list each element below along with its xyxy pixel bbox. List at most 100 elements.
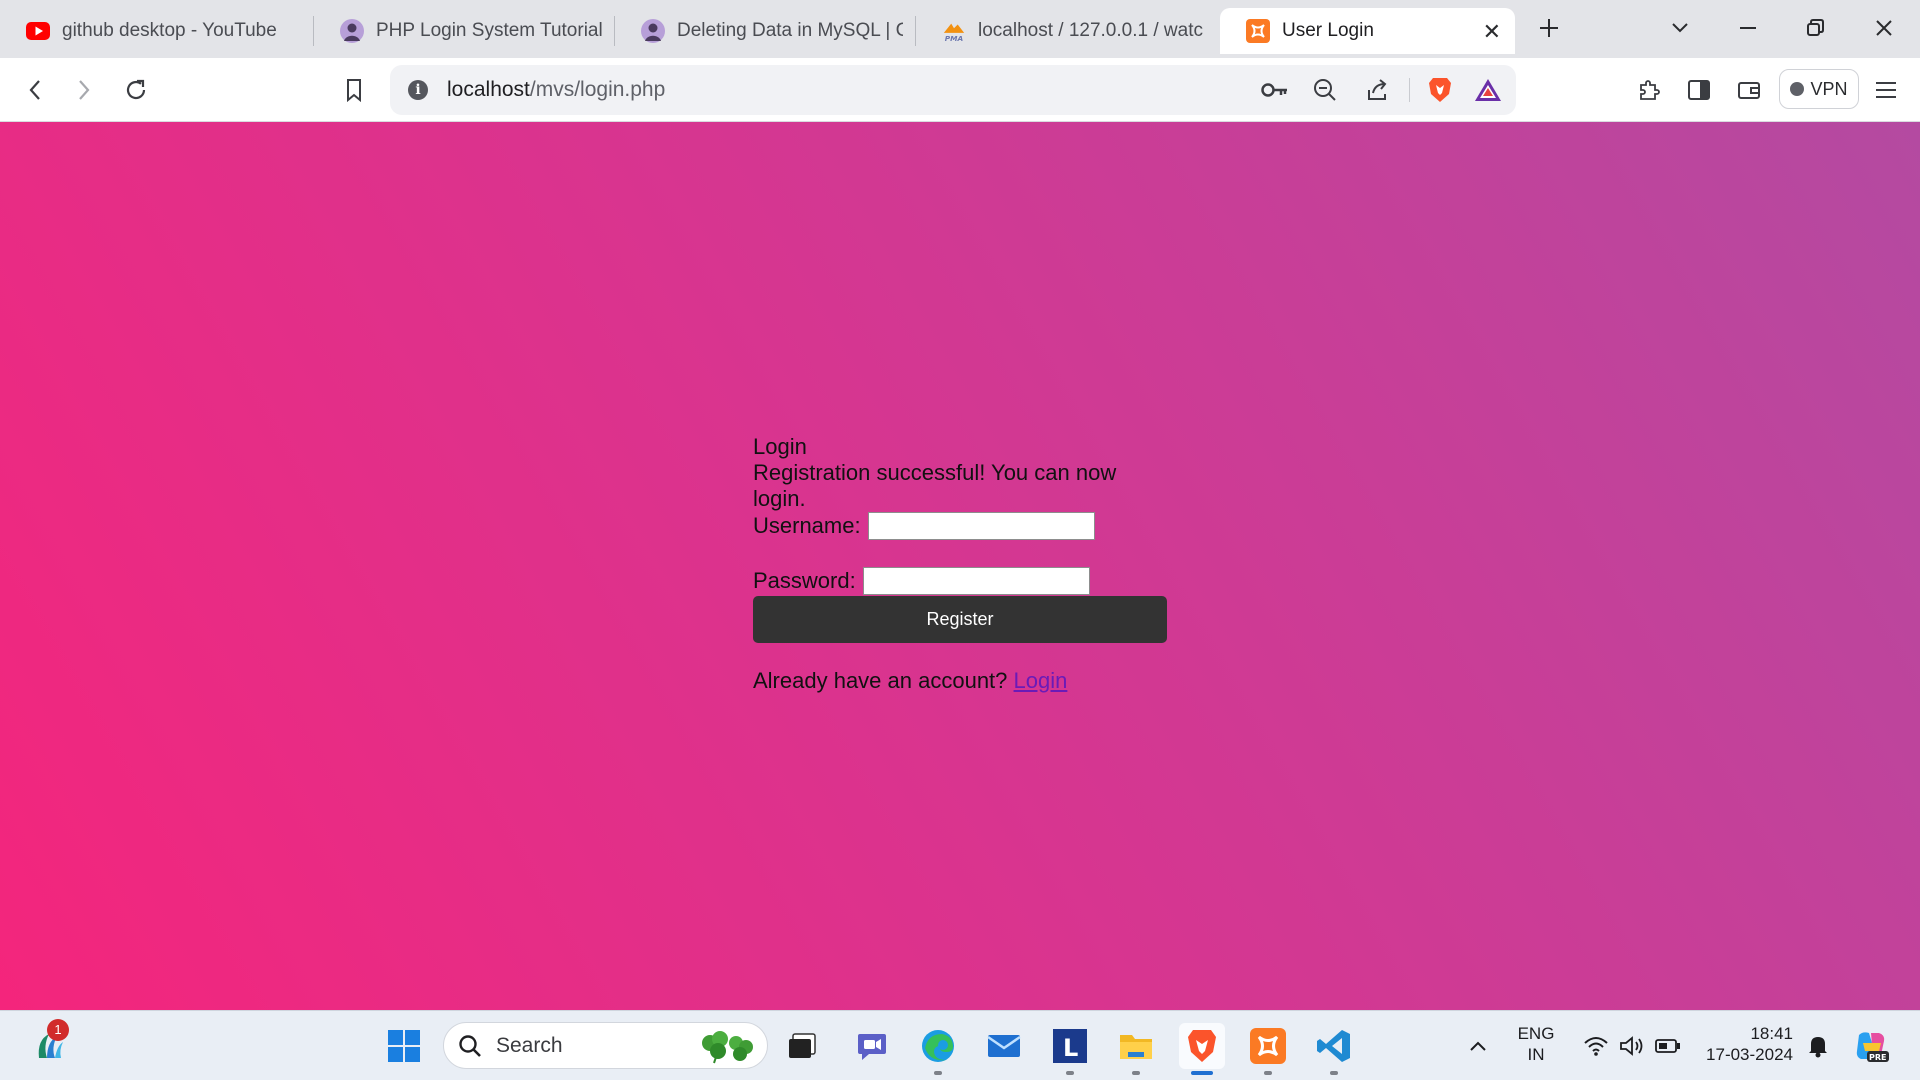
avatar-icon [641, 19, 665, 43]
brave-shields-icon[interactable] [1425, 75, 1455, 105]
phpmyadmin-icon: PMA [942, 19, 966, 43]
copilot-button[interactable]: PRE [1849, 1023, 1893, 1069]
windows-icon [388, 1030, 420, 1062]
vpn-button[interactable]: VPN [1779, 69, 1859, 109]
minimize-button[interactable] [1728, 8, 1768, 48]
taskbar-vscode[interactable] [1311, 1023, 1357, 1075]
l-app-icon: L [1053, 1029, 1087, 1063]
taskbar-xampp[interactable] [1245, 1023, 1291, 1075]
new-tab-button[interactable] [1529, 8, 1569, 48]
minimize-icon [1740, 27, 1756, 29]
search-label: Search [496, 1033, 563, 1057]
username-row: Username: [753, 512, 1173, 540]
tab-user-login[interactable]: User Login ✕ [1220, 8, 1515, 54]
url-text[interactable]: localhost/mvs/login.php [447, 78, 665, 102]
svg-text:PRE: PRE [1869, 1053, 1887, 1062]
start-button[interactable] [381, 1023, 427, 1069]
sidebar-toggle-button[interactable] [1679, 70, 1719, 110]
login-link[interactable]: Login [1014, 668, 1068, 693]
back-button[interactable] [15, 70, 55, 110]
restore-button[interactable] [1795, 8, 1835, 48]
svg-text:L: L [1063, 1034, 1078, 1062]
tab-title: localhost / 127.0.0.1 / watchw [978, 20, 1204, 41]
page-viewport: Login Registration successful! You can n… [0, 122, 1920, 1010]
password-input[interactable] [862, 567, 1090, 595]
address-bar[interactable]: i localhost/mvs/login.php [390, 65, 1516, 115]
brave-rewards-icon[interactable] [1473, 75, 1503, 105]
clock[interactable]: 18:41 17-03-2024 [1697, 1023, 1793, 1065]
menu-button[interactable] [1866, 70, 1906, 110]
already-text: Already have an account? [753, 668, 1008, 693]
brave-icon [1188, 1030, 1216, 1062]
bookmark-icon [347, 79, 361, 102]
browser-toolbar: i localhost/mvs/login.php VPN [0, 58, 1920, 122]
tab-title: github desktop - YouTube [62, 20, 277, 41]
username-label: Username: [753, 513, 861, 538]
mail-icon [987, 1035, 1021, 1057]
tab-title: Deleting Data in MySQL | Coc [677, 20, 903, 41]
key-icon[interactable] [1260, 75, 1290, 105]
chevron-left-icon [29, 80, 40, 100]
success-message: Registration successful! You can now log… [753, 460, 1117, 511]
edge-icon [922, 1030, 954, 1062]
vscode-icon [1317, 1030, 1350, 1062]
taskbar-brave[interactable] [1179, 1023, 1225, 1075]
language-code: ENG [1517, 1024, 1555, 1043]
taskbar-task-view[interactable] [779, 1023, 825, 1069]
clock-time: 18:41 [1750, 1024, 1793, 1043]
tab-phpmyadmin[interactable]: PMA localhost / 127.0.0.1 / watchw [916, 8, 1216, 54]
wallet-button[interactable] [1729, 70, 1769, 110]
bookmark-button[interactable] [334, 70, 374, 110]
info-icon[interactable]: i [408, 80, 428, 100]
notification-badge: 1 [47, 1019, 69, 1041]
tab-php-login-tutorial[interactable]: PHP Login System Tutorial: Cr [314, 8, 614, 54]
page-title: Login [753, 434, 807, 459]
running-indicator [1191, 1071, 1213, 1075]
plus-icon [1540, 19, 1558, 37]
username-input[interactable] [867, 512, 1095, 540]
chevron-down-icon [1672, 23, 1688, 33]
taskbar-file-explorer[interactable] [1113, 1023, 1159, 1075]
xampp-icon [1250, 1028, 1286, 1064]
taskbar-search[interactable]: Search [443, 1022, 768, 1069]
notifications-button[interactable] [1796, 1023, 1840, 1069]
xampp-icon [1246, 19, 1270, 43]
share-icon[interactable] [1362, 75, 1392, 105]
url-host: localhost [447, 78, 530, 101]
tab-title: PHP Login System Tutorial: Cr [376, 20, 602, 41]
tab-title: User Login [1282, 20, 1374, 41]
folder-icon [1120, 1035, 1152, 1059]
search-icon [459, 1034, 481, 1057]
close-window-button[interactable] [1864, 8, 1904, 48]
show-hidden-icons-button[interactable] [1456, 1023, 1500, 1069]
tab-deleting-data-mysql[interactable]: Deleting Data in MySQL | Coc [615, 8, 915, 54]
taskbar-edge[interactable] [915, 1023, 961, 1075]
running-indicator [1132, 1071, 1140, 1075]
reload-button[interactable] [116, 70, 156, 110]
close-tab-icon[interactable]: ✕ [1483, 19, 1501, 45]
register-button[interactable]: Register [753, 596, 1167, 643]
taskbar-l-app[interactable]: L [1047, 1023, 1093, 1075]
language-indicator[interactable]: ENG IN [1510, 1023, 1562, 1065]
chevron-up-icon [1470, 1041, 1486, 1051]
svg-text:PMA: PMA [945, 34, 964, 43]
taskbar-teams[interactable] [849, 1023, 895, 1069]
taskbar-mail[interactable] [981, 1023, 1027, 1069]
avatar-icon [340, 19, 364, 43]
tab-search-button[interactable] [1660, 8, 1700, 48]
quick-settings-button[interactable] [1570, 1023, 1694, 1069]
tab-youtube[interactable]: github desktop - YouTube [0, 8, 312, 54]
extensions-button[interactable] [1629, 70, 1669, 110]
forward-button[interactable] [64, 70, 104, 110]
hamburger-menu-icon [1876, 82, 1896, 98]
password-label: Password: [753, 568, 856, 593]
wifi-icon [1584, 1037, 1608, 1056]
zoom-out-icon[interactable] [1310, 75, 1340, 105]
restore-icon [1807, 19, 1824, 36]
shamrock-icon [702, 1031, 753, 1064]
reload-icon [126, 79, 146, 100]
running-indicator [934, 1071, 942, 1075]
login-form: Login Registration successful! You can n… [753, 434, 1173, 693]
task-view-icon [789, 1033, 816, 1058]
clock-date: 17-03-2024 [1706, 1045, 1793, 1064]
